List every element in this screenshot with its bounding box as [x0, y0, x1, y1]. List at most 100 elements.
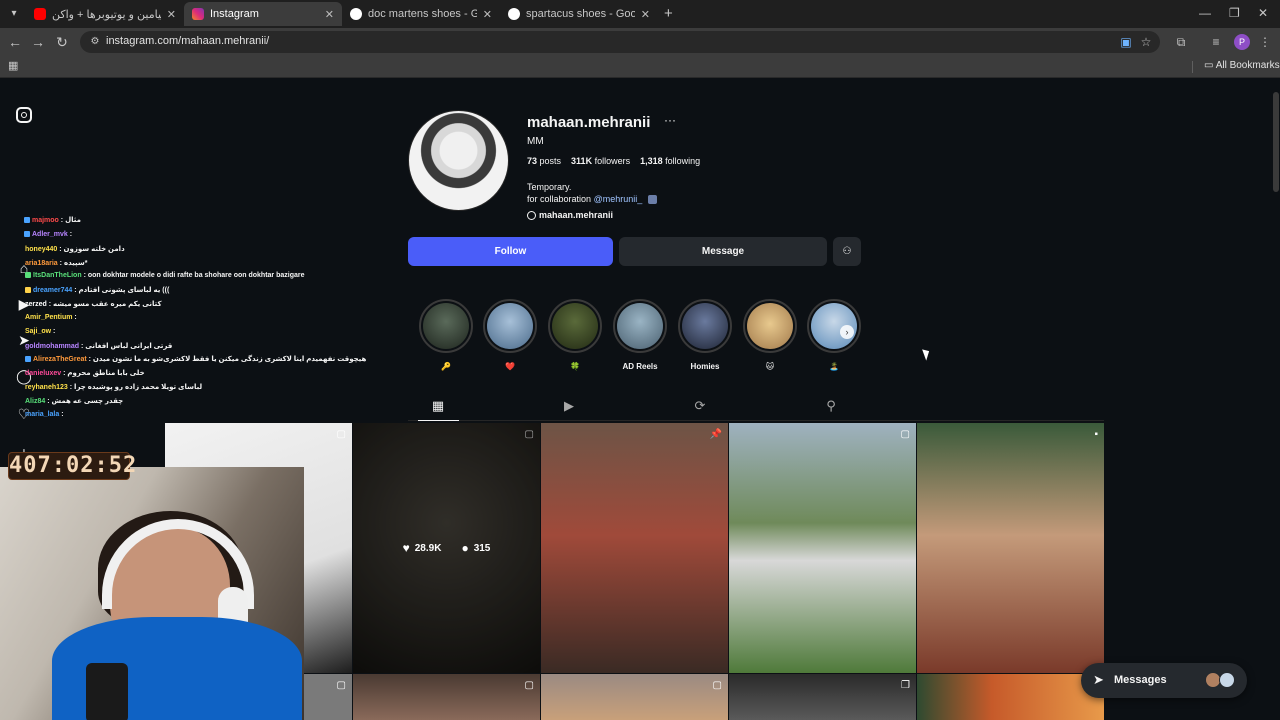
bookmarks-divider — [1192, 61, 1193, 73]
translate-icon[interactable]: ▣ — [1118, 34, 1134, 50]
chat-message: maria_lala : — [25, 411, 64, 418]
site-info-icon[interactable]: ⚙ — [88, 35, 102, 49]
profile-stats: 73 posts 311K followers 1,318 following — [527, 156, 700, 166]
following-label: following — [665, 156, 701, 166]
scrollbar-thumb[interactable] — [1273, 92, 1279, 192]
extensions-icon[interactable]: ⧉ — [1173, 34, 1189, 50]
highlight-item[interactable]: 🔑 — [418, 299, 474, 372]
back-icon[interactable]: ← — [6, 33, 24, 51]
bookmark-star-icon[interactable]: ☆ — [1138, 34, 1154, 50]
threads-icon — [527, 211, 536, 221]
reload-icon[interactable]: ↻ — [53, 33, 71, 51]
highlight-item[interactable]: 🍀 — [547, 299, 603, 372]
threads-link[interactable]: mahaan.mehranii — [527, 210, 613, 221]
chat-message: reyhaneh123 : لباسای تویلا محمد زاده رو … — [25, 384, 203, 391]
reel-icon: ▢ — [712, 680, 722, 691]
more-options-icon[interactable]: ··· — [664, 113, 676, 127]
posts-grid-tab-icon[interactable]: ▦ — [430, 398, 446, 414]
tagged-tab-icon[interactable]: ⚲ — [823, 398, 839, 414]
reels-tab-icon[interactable]: ▶ — [561, 398, 577, 414]
post-tile[interactable]: ▢ — [541, 674, 728, 720]
highlight-cover — [552, 303, 598, 349]
all-bookmarks-button[interactable]: ▭ All Bookmarks — [1204, 60, 1280, 71]
following-stat[interactable]: 1,318 following — [640, 156, 700, 166]
close-tab-icon[interactable]: ✕ — [641, 8, 650, 21]
instagram-logo-icon[interactable] — [16, 107, 32, 123]
instagram-favicon-icon — [192, 8, 204, 20]
url-text: instagram.com/mahaan.mehranii/ — [106, 35, 270, 47]
posts-count: 73 — [527, 156, 538, 166]
highlight-item[interactable]: 🏝️ — [806, 299, 862, 372]
messages-drawer-button[interactable]: ➤ Messages — [1081, 663, 1247, 698]
address-bar[interactable]: ⚙ instagram.com/mahaan.mehranii/ ▣ ☆ — [80, 31, 1160, 53]
post-tile[interactable] — [917, 674, 1104, 720]
comments-count: 315 — [473, 542, 491, 554]
chat-message: ItsDanTheLion : oon dokhtar modele o did… — [25, 272, 305, 279]
folder-icon: ▭ — [1204, 60, 1216, 71]
message-button[interactable]: Message — [619, 237, 827, 266]
bio-mention-link[interactable]: @mehrunii_ — [594, 194, 643, 204]
highlight-cover — [617, 303, 663, 349]
new-tab-icon[interactable]: + — [664, 6, 673, 22]
highlight-item[interactable]: ❤️ — [482, 299, 538, 372]
chat-message: danieluxev : خلی بابا مناطق محروم — [25, 370, 145, 377]
post-hover-overlay: ♥ 28.9K ● 315 — [353, 423, 540, 673]
bio-line: Temporary. — [527, 182, 572, 192]
post-tile[interactable]: ❐ — [729, 674, 916, 720]
followers-count: 311K — [571, 156, 593, 166]
highlights-next-icon[interactable]: › — [840, 325, 854, 339]
post-tile[interactable]: ▪ — [917, 423, 1104, 673]
highlight-label: Homies — [690, 362, 720, 371]
tab-title: spartacus shoes - Google Search — [526, 8, 635, 20]
chat-message: dreamer744 : یه لباسای پشونی افتادم ((( — [25, 286, 169, 294]
highlight-cover — [487, 303, 533, 349]
tab-youtube[interactable]: تصادف بنیامین و یوتیوبرها + واکن ✕ — [26, 2, 184, 26]
chat-message: goldmohammad : قرتی ایرانی لباس افغانی — [25, 343, 173, 350]
follow-button[interactable]: Follow — [408, 237, 613, 266]
google-favicon-icon — [350, 8, 362, 20]
similar-accounts-icon[interactable]: ⚇ — [833, 237, 861, 266]
pin-icon: ▪ — [1094, 429, 1098, 440]
tab-search-icon[interactable]: ▾ — [6, 6, 22, 22]
forward-icon[interactable]: → — [29, 33, 47, 51]
post-tile[interactable]: 📌 — [541, 423, 728, 673]
close-tab-icon[interactable]: ✕ — [167, 8, 176, 21]
likes-count: 28.9K — [414, 542, 442, 554]
post-tile[interactable]: ▢ — [729, 423, 916, 673]
restore-icon[interactable]: ❐ — [1229, 6, 1240, 20]
highlight-cover — [423, 303, 469, 349]
close-window-icon[interactable]: ✕ — [1258, 6, 1268, 20]
reel-icon: ▢ — [900, 429, 910, 440]
apps-grid-icon[interactable]: ▦ — [8, 60, 20, 72]
followers-label: followers — [594, 156, 631, 166]
post-tile[interactable]: ▢ ♥ 28.9K ● 315 — [353, 423, 540, 673]
chat-message: Adler_mvk : — [24, 231, 72, 238]
reposts-tab-icon[interactable]: ⟳ — [692, 398, 708, 414]
direct-send-icon: ➤ — [1093, 672, 1104, 687]
post-tile[interactable]: ▢ — [353, 674, 540, 720]
following-count: 1,318 — [640, 156, 663, 166]
instagram-page: ⌂ ▶ ➤ ◯ ♡ + mahaan.mehranii ··· MM 73 po… — [0, 80, 1280, 720]
post-tile[interactable]: ▢ — [304, 674, 352, 720]
minimize-icon[interactable]: — — [1199, 6, 1211, 20]
posts-stat: 73 posts — [527, 156, 561, 166]
close-tab-icon[interactable]: ✕ — [325, 8, 334, 21]
highlight-item[interactable]: Homies — [677, 299, 733, 372]
tab-instagram[interactable]: Instagram ✕ — [184, 2, 342, 26]
highlight-item[interactable]: 🐱 — [742, 299, 798, 372]
highlight-label: ❤️ — [505, 362, 515, 371]
tab-google-search[interactable]: doc martens shoes - Google Search ✕ — [342, 2, 500, 26]
highlight-label: 🔑 — [441, 362, 451, 371]
tab-google-search[interactable]: spartacus shoes - Google Search ✕ — [500, 2, 658, 26]
post-comments: ● 315 — [461, 541, 490, 555]
bio-collab-text: for collaboration — [527, 194, 592, 204]
profile-username: mahaan.mehranii — [527, 114, 651, 131]
profile-avatar[interactable]: P — [1234, 34, 1250, 50]
highlight-item[interactable]: AD Reels — [612, 299, 668, 372]
media-controls-icon[interactable]: ≡ — [1208, 34, 1224, 50]
followers-stat[interactable]: 311K followers — [571, 156, 630, 166]
close-tab-icon[interactable]: ✕ — [483, 8, 492, 21]
profile-avatar[interactable] — [408, 110, 509, 211]
youtube-favicon-icon — [34, 8, 46, 20]
menu-kebab-icon[interactable]: ⋮ — [1257, 34, 1273, 50]
